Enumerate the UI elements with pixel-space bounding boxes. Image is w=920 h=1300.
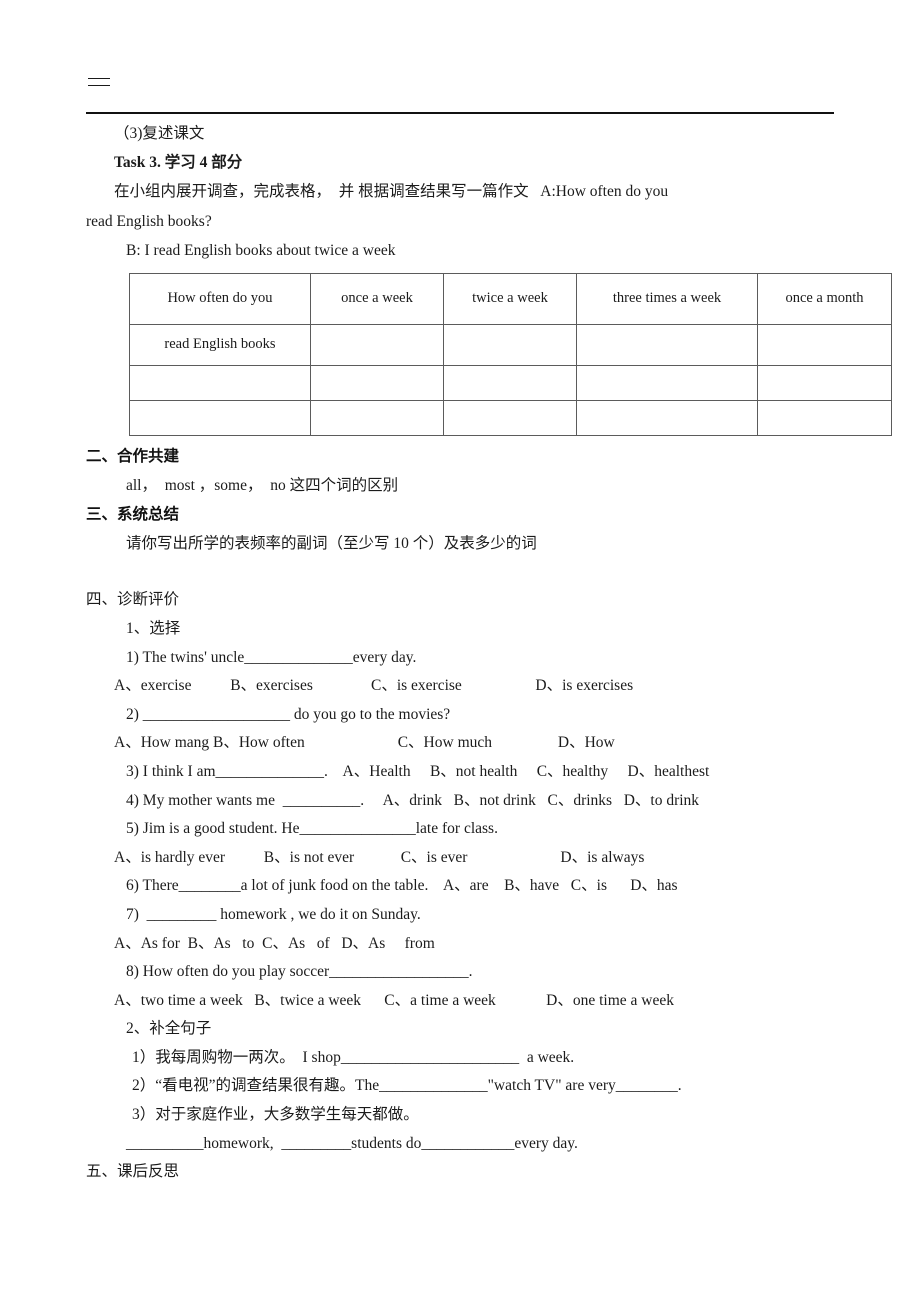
table-cell[interactable]: [129, 364, 311, 401]
table-row: read English books: [129, 323, 892, 366]
table-cell[interactable]: [310, 323, 444, 366]
table-cell: three times a week: [576, 272, 758, 325]
table-cell: How often do you: [129, 272, 311, 325]
question-stem-3: 3) I think I am______________. A、Health …: [126, 762, 710, 780]
section-heading-reflection: 五、课后反思: [86, 1163, 180, 1181]
table-cell: once a week: [310, 272, 444, 325]
table-row: How often do you once a week twice a wee…: [129, 272, 892, 325]
table-cell[interactable]: [443, 323, 577, 366]
table-cell[interactable]: [757, 364, 892, 401]
task3-heading: Task 3. 学习 4 部分: [114, 153, 243, 171]
table-cell[interactable]: [443, 364, 577, 401]
section-body-summary: 请你写出所学的表频率的副词（至少写 10 个）及表多少的词: [126, 535, 537, 553]
question-stem-2: 2) ___________________ do you go to the …: [126, 705, 451, 723]
table-cell: once a month: [757, 272, 892, 325]
table-cell[interactable]: [310, 399, 444, 436]
table-row: [129, 399, 892, 436]
table-cell[interactable]: [757, 323, 892, 366]
question-stem-1: 1) The twins' uncle______________every d…: [126, 648, 417, 666]
section-heading-assessment: 四、诊断评价: [86, 590, 180, 608]
table-cell: twice a week: [443, 272, 577, 325]
question-options-7: A、As for B、As to C、As of D、As from: [114, 934, 435, 952]
section-body-cooperation: all， most ，some， no 这四个词的区别: [126, 476, 399, 494]
question-stem-6: 6) There________a lot of junk food on th…: [126, 877, 678, 895]
section-heading-summary: 三、系统总结: [86, 506, 180, 524]
table-cell[interactable]: [576, 399, 758, 436]
fill-sentence-2: 2）“看电视”的调查结果很有趣。The______________"watch …: [132, 1077, 682, 1095]
header-double-rule-mark: [88, 78, 110, 86]
document-page: （3)复述课文 Task 3. 学习 4 部分 在小组内展开调查，完成表格， 并…: [0, 0, 920, 1300]
table-cell[interactable]: [576, 323, 758, 366]
subsection-heading-complete-sentences: 2、补全句子: [126, 1020, 212, 1038]
question-stem-5: 5) Jim is a good student. He____________…: [126, 820, 498, 838]
header-horizontal-rule: [86, 112, 834, 114]
question-stem-4: 4) My mother wants me __________. A、drin…: [126, 791, 700, 809]
section-heading-cooperation: 二、合作共建: [86, 447, 180, 465]
question-options-8: A、two time a week B、twice a week C、a tim…: [114, 991, 674, 1009]
task3-body-line-1: 在小组内展开调查，完成表格， 并 根据调查结果写一篇作文 A:How often…: [114, 183, 669, 201]
fill-sentence-3-answer-line: __________homework, _________students do…: [126, 1134, 578, 1152]
fill-sentence-3: 3）对于家庭作业，大多数学生每天都做。: [132, 1106, 419, 1124]
subsection-heading-choice: 1、选择: [126, 619, 181, 637]
table-cell[interactable]: [576, 364, 758, 401]
fill-sentence-1: 1）我每周购物一两次。 I shop______________________…: [132, 1048, 575, 1066]
task3-body-line-2: read English books?: [86, 213, 212, 231]
survey-table-container: How often do you once a week twice a wee…: [86, 272, 892, 436]
table-cell[interactable]: [757, 399, 892, 436]
table-cell: read English books: [129, 323, 311, 366]
question-options-2: A、How mang B、How often C、How much D、How: [114, 734, 615, 752]
survey-table: How often do you once a week twice a wee…: [129, 272, 892, 436]
document-content: （3)复述课文 Task 3. 学习 4 部分 在小组内展开调查，完成表格， 并…: [86, 120, 892, 1187]
table-cell[interactable]: [310, 364, 444, 401]
question-stem-8: 8) How often do you play soccer_________…: [126, 963, 473, 981]
table-cell[interactable]: [443, 399, 577, 436]
question-options-5: A、is hardly ever B、is not ever C、is ever…: [114, 848, 645, 866]
table-cell[interactable]: [129, 399, 311, 436]
restate-text-line: （3)复述课文: [114, 125, 205, 142]
dialog-response-line: B: I read English books about twice a we…: [126, 242, 396, 260]
table-row: [129, 364, 892, 401]
question-stem-7: 7) _________ homework , we do it on Sund…: [126, 905, 421, 923]
question-options-1: A、exercise B、exercises C、is exercise D、i…: [114, 677, 634, 695]
